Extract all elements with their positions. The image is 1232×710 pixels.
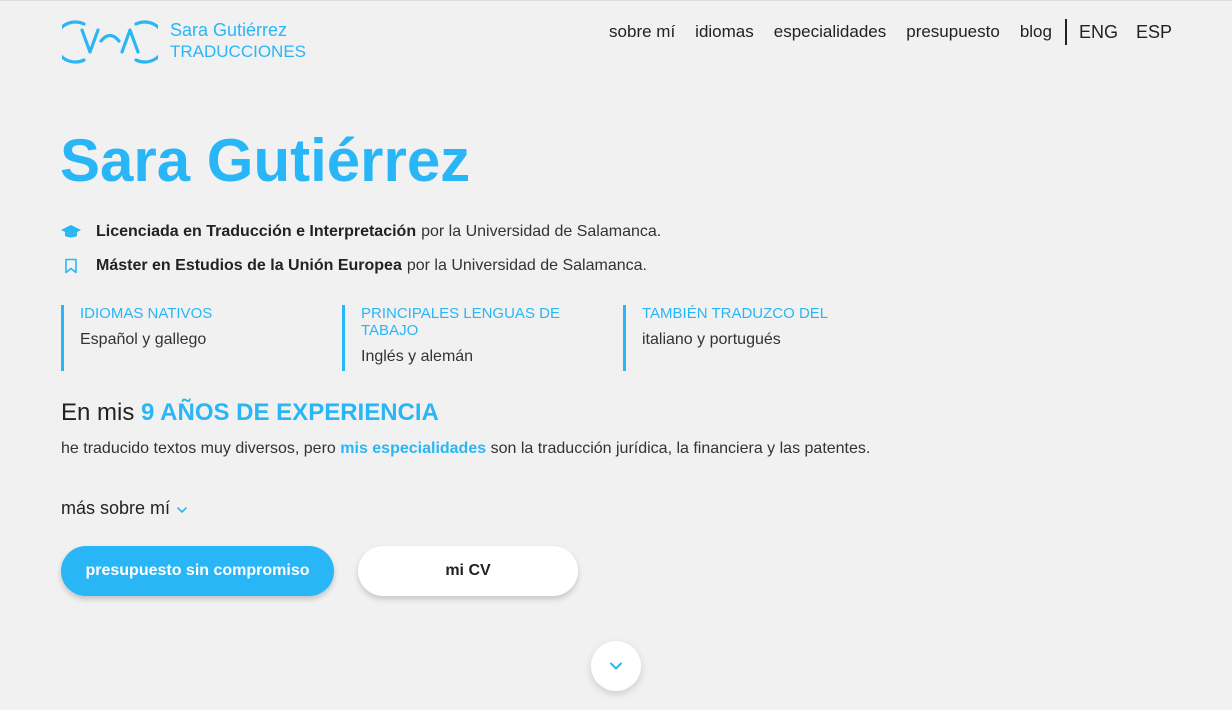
column-working-languages: PRINCIPALES LENGUAS DE TABAJO Inglés y a… (342, 305, 623, 371)
degree-item-master: Máster en Estudios de la Unión Europea p… (60, 257, 647, 275)
column-heading: IDIOMAS NATIVOS (80, 305, 213, 322)
experience-text-before: he traducido textos muy diversos, pero (61, 440, 336, 457)
chevron-down-icon (176, 498, 188, 519)
degree-title: Máster en Estudios de la Unión Europea (96, 257, 402, 274)
experience-highlight: 9 AÑOS DE EXPERIENCIA (141, 399, 439, 426)
cv-button[interactable]: mi CV (358, 546, 578, 596)
brand-name: Sara Gutiérrez TRADUCCIONES (170, 20, 306, 62)
lang-eng-link[interactable]: ENG (1079, 22, 1118, 43)
experience-prefix: En mis (61, 399, 135, 426)
column-heading: PRINCIPALES LENGUAS DE TABAJO (361, 305, 560, 339)
nav-item-presupuesto[interactable]: presupuesto (906, 22, 1000, 42)
degree-item-licenciatura: Licenciada en Traducción e Interpretació… (60, 223, 661, 241)
experience-text: he traducido textos muy diversos, pero m… (61, 437, 881, 461)
more-about-me-label: más sobre mí (61, 498, 171, 518)
brand-logo[interactable]: Sara Gutiérrez TRADUCCIONES (62, 16, 306, 66)
experience-heading: En mis 9 AÑOS DE EXPERIENCIA (61, 399, 439, 427)
nav-divider (1064, 19, 1067, 45)
language-columns: IDIOMAS NATIVOS Español y gallego PRINCI… (61, 305, 904, 371)
specialties-link[interactable]: mis especialidades (340, 440, 486, 457)
logo-mark-icon (62, 20, 158, 64)
lang-esp-link[interactable]: ESP (1136, 22, 1172, 43)
chevron-down-icon (610, 662, 622, 670)
main-nav: sobre mí idiomas especialidades presupue… (589, 19, 1172, 45)
nav-item-sobre-mi[interactable]: sobre mí (609, 22, 675, 42)
bookmark-icon (60, 257, 82, 275)
quote-button[interactable]: presupuesto sin compromiso (61, 546, 334, 596)
site-header: Sara Gutiérrez TRADUCCIONES sobre mí idi… (0, 1, 1232, 71)
more-about-me-toggle[interactable]: más sobre mí (61, 498, 188, 519)
degree-institution: por la Universidad de Salamanca. (421, 223, 662, 240)
nav-item-idiomas[interactable]: idiomas (695, 22, 754, 42)
graduation-cap-icon (60, 223, 82, 241)
page-title: Sara Gutiérrez (60, 127, 471, 194)
nav-item-blog[interactable]: blog (1020, 22, 1052, 42)
degree-institution: por la Universidad de Salamanca. (406, 257, 647, 274)
degree-title: Licenciada en Traducción e Interpretació… (96, 223, 417, 240)
column-value: Inglés y alemán (361, 348, 474, 365)
column-value: Español y gallego (80, 331, 207, 348)
column-native-languages: IDIOMAS NATIVOS Español y gallego (61, 305, 342, 371)
experience-text-after: son la traducción jurídica, la financier… (490, 440, 871, 457)
nav-item-especialidades[interactable]: especialidades (774, 22, 886, 42)
column-also-translate: TAMBIÉN TRADUZCO DEL italiano y portugué… (623, 305, 904, 371)
brand-name-line1: Sara Gutiérrez (170, 20, 288, 40)
brand-name-line2: TRADUCCIONES (170, 42, 307, 61)
scroll-down-button[interactable] (591, 641, 641, 691)
column-heading: TAMBIÉN TRADUZCO DEL (642, 305, 829, 322)
column-value: italiano y portugués (642, 331, 781, 348)
